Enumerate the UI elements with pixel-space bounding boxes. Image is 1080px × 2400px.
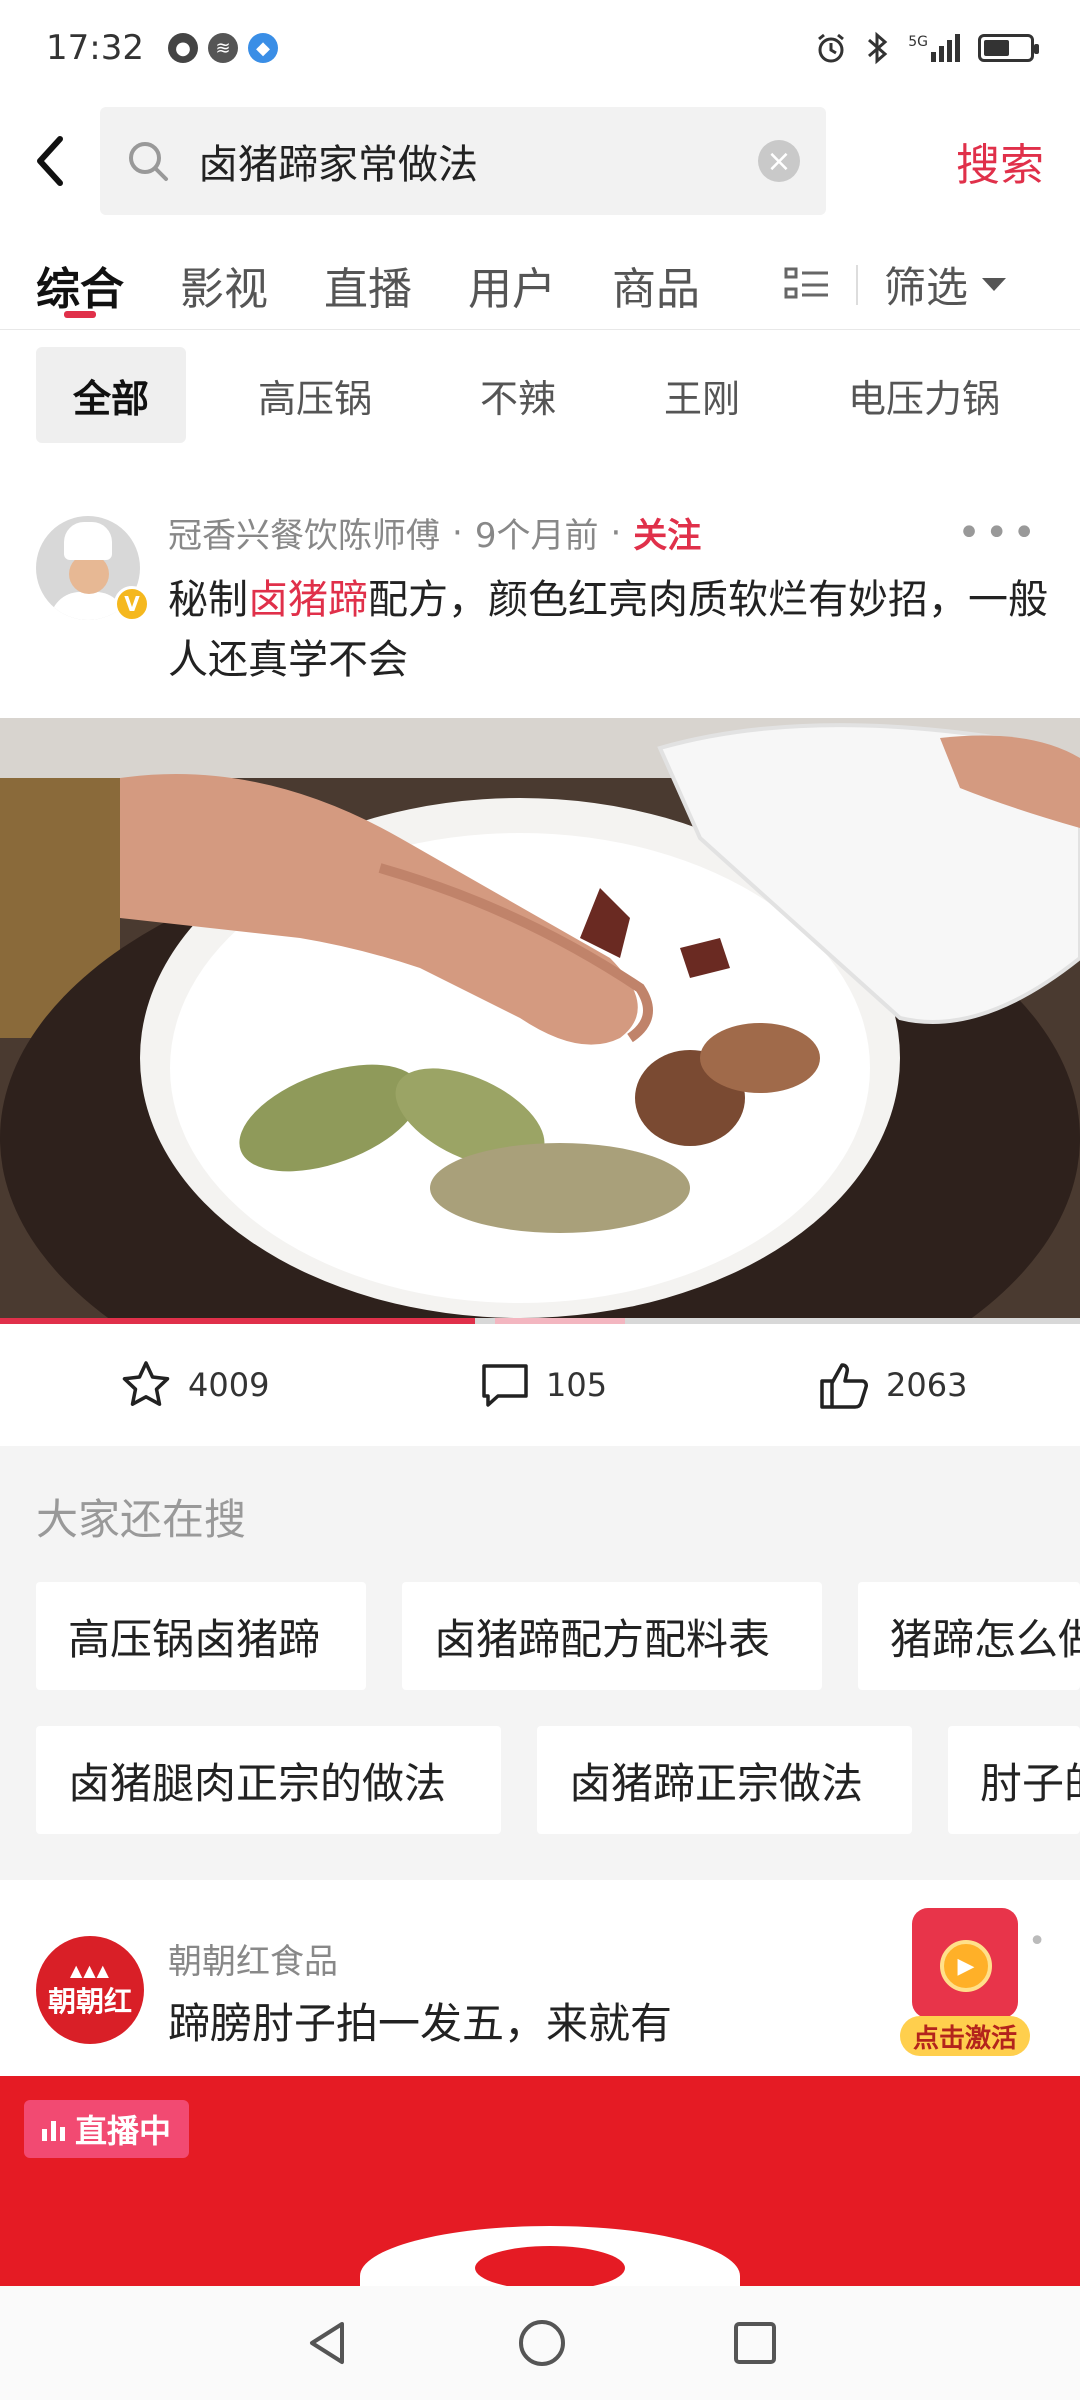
comment-button[interactable]: 105 <box>480 1361 607 1409</box>
status-bar: 17:32 ● ≋ ◆ 5G <box>0 0 1080 96</box>
meta-separator: · <box>452 512 463 553</box>
filter-button[interactable]: 筛选 <box>884 254 1007 315</box>
alarm-icon <box>818 33 845 63</box>
live-bars-icon <box>42 2117 65 2141</box>
chip-wang-gang[interactable]: 王刚 <box>664 347 740 443</box>
chip-electric-pressure-cooker[interactable]: 电压力锅 <box>848 347 1000 443</box>
video-progress-bar[interactable] <box>0 1318 1080 1324</box>
post-meta: 冠香兴餐饮陈师傅 · 9个月前 · 关注 <box>168 508 701 557</box>
video-thumbnail[interactable] <box>0 718 1080 1322</box>
star-icon <box>122 1361 170 1406</box>
post-actions: 4009 105 2063 <box>0 1330 1080 1440</box>
tab-users[interactable]: 用户 <box>468 240 556 330</box>
category-tabs: 综合 影视 直播 用户 商品 筛选 <box>0 240 1080 330</box>
search-icon <box>129 142 168 181</box>
title-prefix: 秘制 <box>168 577 248 623</box>
product-image <box>360 2226 740 2286</box>
thumbs-up-icon <box>820 1363 868 1409</box>
chip-all[interactable]: 全部 <box>36 347 186 443</box>
progress-played <box>0 1318 476 1324</box>
list-layout-icon[interactable] <box>784 265 830 305</box>
verified-icon: V <box>114 586 150 622</box>
nav-recents-icon[interactable] <box>732 2320 778 2366</box>
author-name[interactable]: 冠香兴餐饮陈师傅 <box>168 508 440 557</box>
message-icon: ● <box>167 33 198 63</box>
live-badge: 直播中 <box>24 2100 190 2158</box>
status-time: 17:32 <box>46 28 144 68</box>
audio-icon: ≋ <box>207 33 238 63</box>
related-searches: 大家还在搜 高压锅卤猪蹄 卤猪蹄配方配料表 猪蹄怎么做 卤猪腿肉正宗的做法 卤猪… <box>0 1446 1080 1880</box>
comment-count: 105 <box>546 1366 608 1404</box>
nav-home-icon[interactable] <box>516 2317 568 2369</box>
search-query: 卤猪蹄家常做法 <box>198 142 478 188</box>
like-button[interactable]: 2063 <box>818 1359 967 1411</box>
suggestion-pill[interactable]: 卤猪蹄正宗做法 <box>537 1726 912 1834</box>
search-input[interactable]: 卤猪蹄家常做法 × <box>100 107 826 215</box>
network-type: 5G <box>908 34 928 50</box>
nav-back-icon[interactable] <box>302 2318 352 2368</box>
filter-chips: 全部 高压锅 不辣 王刚 电压力锅 <box>0 345 1080 445</box>
tab-video[interactable]: 影视 <box>180 240 268 330</box>
search-button[interactable]: 搜索 <box>920 129 1080 193</box>
tab-products[interactable]: 商品 <box>612 240 700 330</box>
post-title[interactable]: 秘制卤猪蹄配方，颜色红亮肉质软烂有妙招，一般人还真学不会 <box>168 570 1048 690</box>
video-frame <box>0 718 1080 1322</box>
tab-comprehensive[interactable]: 综合 <box>36 240 124 330</box>
live-stream-preview[interactable]: 直播中 <box>0 2076 1080 2286</box>
app-notification-icon: ◆ <box>247 33 278 63</box>
battery-icon <box>978 34 1039 62</box>
signal-icon: 5G <box>908 34 960 62</box>
related-searches-heading: 大家还在搜 <box>36 1495 247 1544</box>
post-time: 9个月前 <box>474 516 599 556</box>
system-navigation-bar <box>0 2286 1080 2400</box>
caret-down-icon <box>982 278 1007 291</box>
progress-buffered <box>495 1318 625 1324</box>
tab-live[interactable]: 直播 <box>324 240 412 330</box>
title-highlight: 卤猪蹄 <box>248 577 368 623</box>
author-name[interactable]: 朝朝红食品 <box>168 1934 338 1983</box>
suggestion-pill[interactable]: 卤猪腿肉正宗的做法 <box>36 1726 501 1834</box>
follow-button[interactable]: 关注 <box>633 508 701 557</box>
favorite-button[interactable]: 4009 <box>120 1359 269 1411</box>
avatar[interactable]: ▲▲▲ 朝朝红 <box>36 1936 144 2044</box>
divider <box>856 264 858 305</box>
activate-promo-button[interactable]: ▶ 点击激活 <box>900 1908 1030 2058</box>
meta-separator: · <box>610 512 622 553</box>
suggestion-pill[interactable]: 卤猪蹄配方配料表 <box>402 1582 822 1690</box>
chip-pressure-cooker[interactable]: 高压锅 <box>258 347 372 443</box>
comment-icon <box>482 1364 528 1407</box>
post-title[interactable]: 蹄膀肘子拍一发五，来就有 <box>168 1990 672 2051</box>
favorite-count: 4009 <box>188 1366 270 1404</box>
logo-emblem-icon: ▲▲▲ <box>70 1960 110 1980</box>
search-header: 卤猪蹄家常做法 × 搜索 <box>0 106 1080 216</box>
more-options-icon[interactable]: • <box>1028 1924 1046 1959</box>
like-count: 2063 <box>886 1366 968 1404</box>
back-button[interactable] <box>0 106 100 216</box>
filter-label: 筛选 <box>884 263 969 312</box>
suggestion-pill[interactable]: 猪蹄怎么做 <box>858 1582 1080 1690</box>
chevron-left-icon <box>37 136 63 186</box>
suggestion-pill[interactable]: 高压锅卤猪蹄 <box>36 1582 366 1690</box>
promo-label: 点击激活 <box>900 2016 1030 2056</box>
logo-text: 朝朝红 <box>47 1984 132 2018</box>
bluetooth-icon <box>868 31 888 65</box>
play-icon: ▶ <box>940 1940 992 1992</box>
live-badge-label: 直播中 <box>75 2112 172 2150</box>
suggestion-pill[interactable]: 肘子的做法 <box>948 1726 1080 1834</box>
more-options-icon[interactable]: ••• <box>957 510 1040 556</box>
chip-not-spicy[interactable]: 不辣 <box>480 347 556 443</box>
clear-icon[interactable]: × <box>758 140 800 182</box>
live-post[interactable]: ▲▲▲ 朝朝红 朝朝红食品 蹄膀肘子拍一发五，来就有 • ▶ 点击激活 <box>0 1880 1080 2075</box>
